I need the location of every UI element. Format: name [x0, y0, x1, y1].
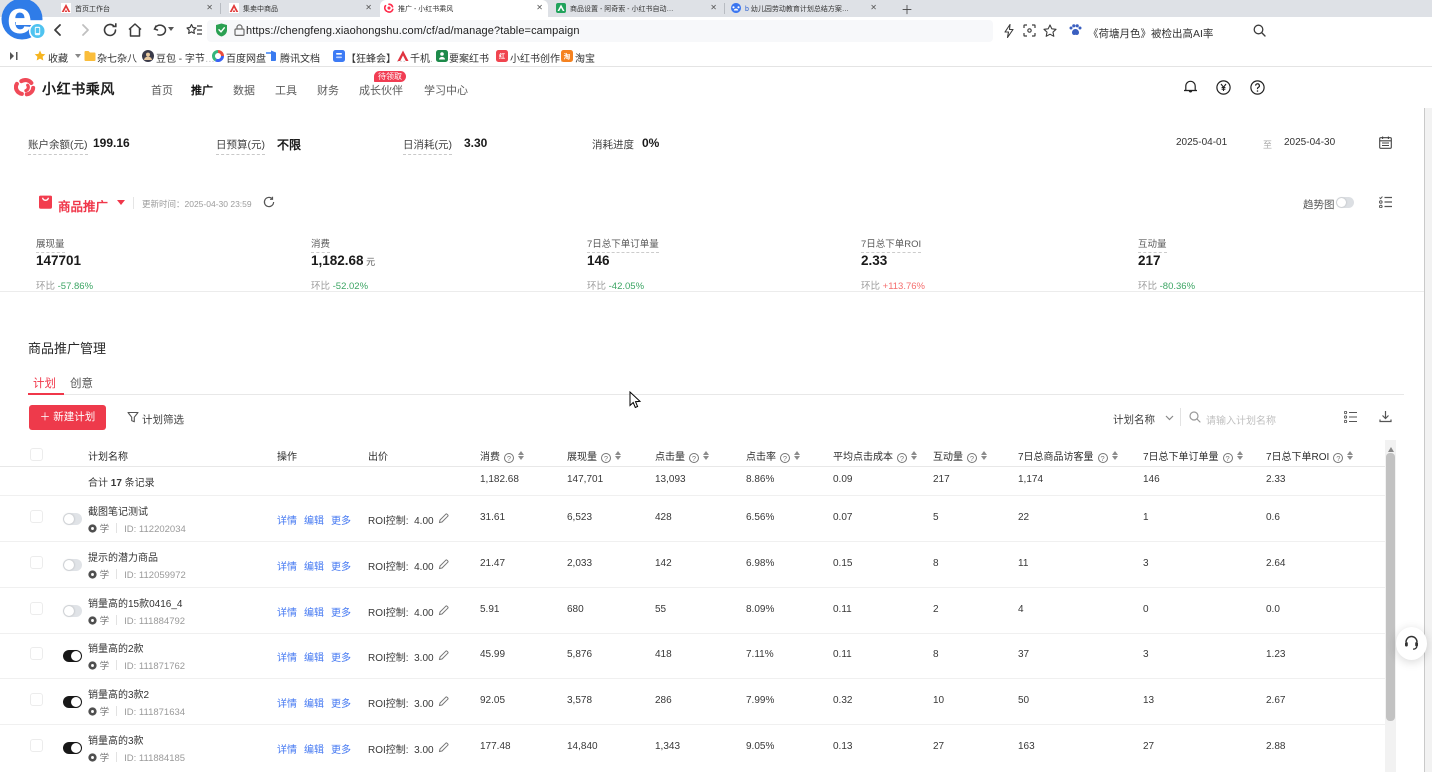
svg-text:红: 红 — [499, 52, 505, 60]
svg-text:淘: 淘 — [564, 52, 571, 61]
